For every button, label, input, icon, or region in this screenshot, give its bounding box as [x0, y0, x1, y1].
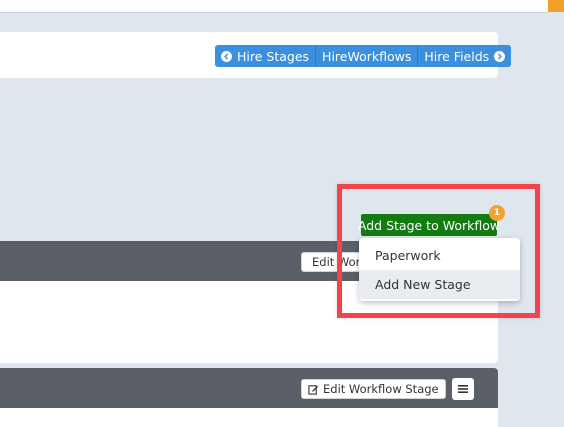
dropdown-item-paperwork[interactable]: Paperwork	[359, 241, 520, 270]
top-bar	[0, 0, 548, 13]
workflow-stage-panel-body	[0, 408, 498, 427]
workflow-nav-group: Hire Stages HireWorkflows Hire Fields	[215, 45, 512, 67]
dropdown-item-add-new-stage[interactable]: Add New Stage	[359, 270, 520, 299]
nav-hire-fields-button[interactable]: Hire Fields	[418, 45, 511, 67]
nav-hire-workflows-button[interactable]: HireWorkflows	[316, 45, 419, 67]
top-accent-tab[interactable]	[548, 0, 564, 12]
nav-hire-stages-button[interactable]: Hire Stages	[215, 45, 317, 67]
chevron-left-circle-icon	[221, 50, 232, 62]
stage-menu-button[interactable]	[452, 378, 474, 400]
edit-workflow-stage-button[interactable]: Edit Workflow Stage	[301, 379, 446, 399]
nav-hire-workflows-label: HireWorkflows	[322, 48, 412, 64]
notification-badge: 1	[489, 205, 505, 221]
add-stage-to-workflow-button[interactable]: Add Stage to Workflow	[358, 214, 500, 236]
add-stage-dropdown: Paperwork Add New Stage	[359, 238, 520, 301]
nav-hire-fields-label: Hire Fields	[424, 48, 490, 64]
edit-icon	[308, 384, 319, 395]
chevron-right-circle-icon	[494, 50, 506, 62]
nav-hire-stages-label: Hire Stages	[237, 48, 310, 64]
edit-workflow-stage-label: Edit Workflow Stage	[323, 382, 439, 396]
hamburger-icon	[458, 385, 468, 393]
edit-workflow-stage-label: Edit Workflow Stage	[312, 255, 365, 269]
edit-workflow-stage-button[interactable]: Edit Workflow Stage	[301, 252, 365, 272]
